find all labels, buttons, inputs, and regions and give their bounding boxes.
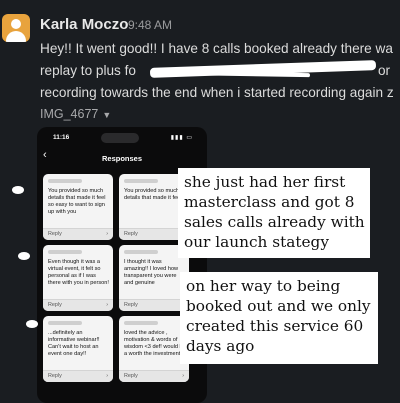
overlay-line: on her way to being (186, 277, 341, 295)
redacted-name (48, 250, 82, 254)
message-line-1: Hey!! It went good!! I have 8 calls book… (40, 41, 393, 56)
response-card: You provided so much details that made i… (43, 174, 113, 240)
overlay-caption-1: she just had her first masterclass and g… (178, 168, 370, 258)
chevron-right-icon: › (182, 373, 184, 379)
signal-battery-icon: ▮▮▮ ▭ (170, 135, 193, 141)
redacted-name (124, 179, 158, 183)
response-card: loved the advice , motivation & words of… (119, 316, 189, 382)
attachment-label: IMG_4677 (40, 107, 99, 121)
reply-bar: Reply › (119, 370, 189, 382)
response-text: You provided so much details that made i… (48, 188, 106, 215)
message-line-2: replay to plus fo (40, 63, 136, 78)
reply-bar: Reply › (43, 299, 113, 311)
redaction-dot (12, 186, 24, 194)
response-card: Even though it was a virtual event, it f… (43, 245, 113, 311)
avatar-body (6, 31, 26, 42)
overlay-caption-2: on her way to being booked out and we on… (180, 272, 378, 364)
overlay-line: booked out and we only (186, 297, 371, 315)
attachment-filename[interactable]: IMG_4677 ▼ (40, 107, 111, 121)
response-text: You provided so much details that made i… (124, 188, 182, 201)
redaction-dot (18, 252, 30, 260)
user-avatar[interactable] (2, 14, 30, 42)
sender-name[interactable]: Karla Moczo (40, 16, 128, 33)
reply-label: Reply (124, 231, 138, 237)
overlay-line: days ago (186, 337, 255, 355)
redaction-dot (26, 320, 38, 328)
avatar-head (11, 19, 21, 29)
response-text: ...definitely an informative webinar!! C… (48, 330, 100, 357)
chevron-right-icon: › (106, 231, 108, 237)
chevron-right-icon: › (106, 302, 108, 308)
reply-label: Reply (124, 373, 138, 379)
overlay-line: masterclass and got 8 (184, 193, 355, 211)
message-timestamp[interactable]: 9:48 AM (128, 18, 172, 32)
reply-label: Reply (124, 302, 138, 308)
chevron-right-icon: › (106, 373, 108, 379)
redacted-name (48, 321, 82, 325)
response-card: ...definitely an informative webinar!! C… (43, 316, 113, 382)
phone-status-time: 11:16 (53, 134, 70, 141)
reply-label: Reply (48, 373, 62, 379)
response-text: loved the advice , motivation & words of… (124, 330, 183, 357)
reply-label: Reply (48, 231, 62, 237)
chevron-down-icon[interactable]: ▼ (102, 110, 111, 120)
phone-screen-title: Responses (101, 154, 143, 163)
message-line-2-tail: or (378, 63, 391, 78)
overlay-line: created this service 60 (186, 317, 364, 335)
redacted-name (48, 179, 82, 183)
reply-bar: Reply› (119, 299, 189, 311)
response-text: Even though it was a virtual event, it f… (48, 259, 109, 286)
overlay-line: our launch stategy (184, 233, 329, 251)
reply-bar: Reply › (43, 228, 113, 240)
reply-bar: Reply › (43, 370, 113, 382)
overlay-line: sales calls already with (184, 213, 365, 231)
reply-label: Reply (48, 302, 62, 308)
dynamic-island (101, 133, 139, 143)
redacted-name (124, 321, 158, 325)
response-text: I thought it was amazing!! I loved how t… (124, 259, 179, 286)
message-line-3: recording towards the end when i started… (40, 85, 394, 100)
redacted-name (124, 250, 158, 254)
overlay-line: she just had her first (184, 173, 346, 191)
